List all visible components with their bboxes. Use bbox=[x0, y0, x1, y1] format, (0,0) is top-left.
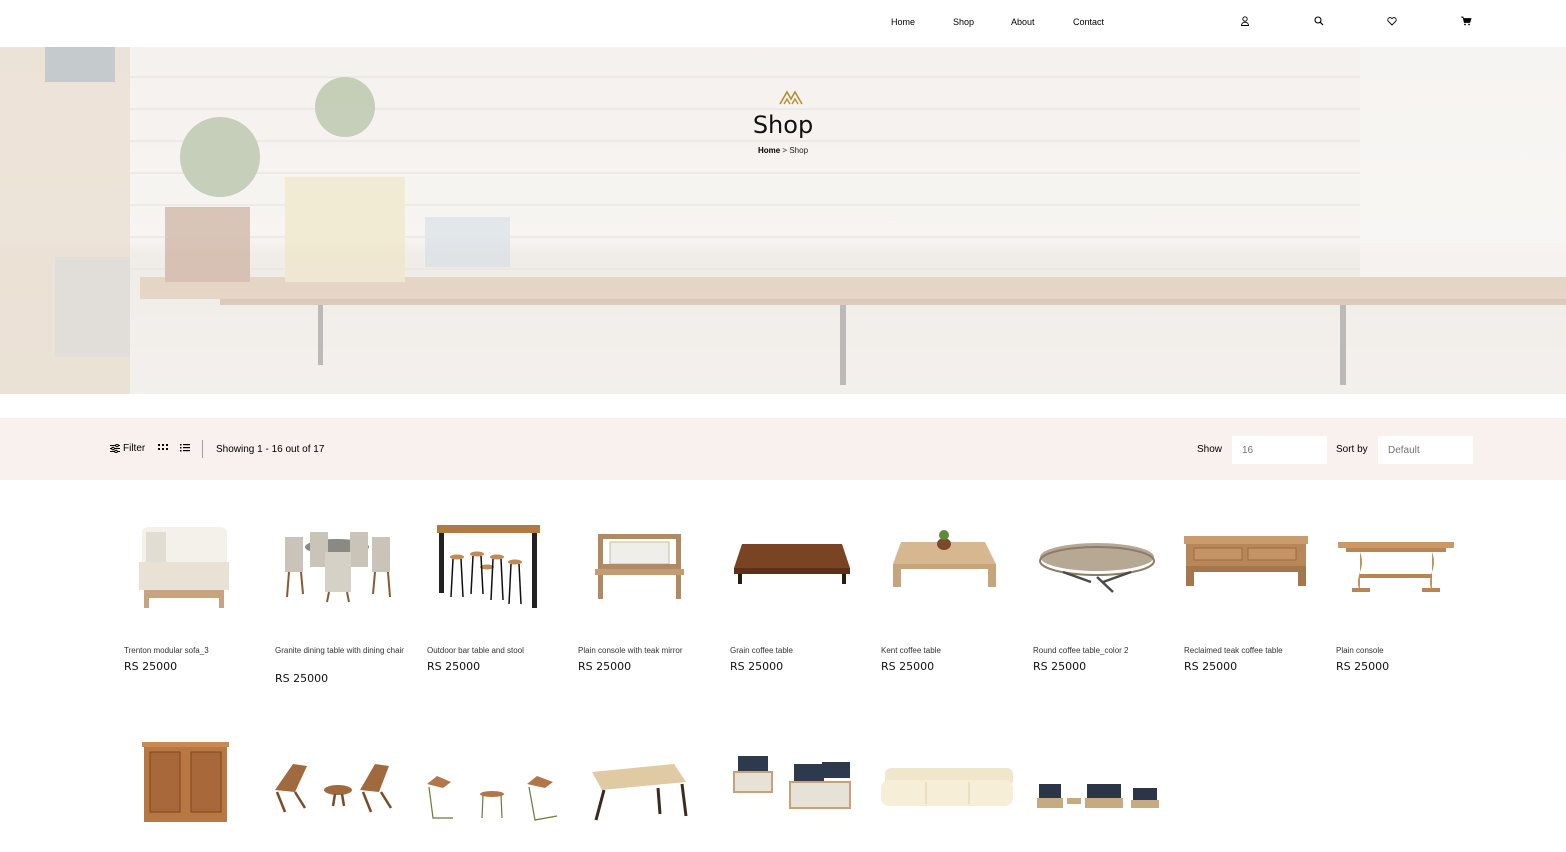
cart-icon[interactable] bbox=[1460, 15, 1472, 27]
breadcrumb-current: Shop bbox=[789, 146, 809, 155]
filter-button[interactable]: Filter bbox=[110, 443, 145, 454]
toolbar-divider bbox=[202, 440, 203, 458]
product-price: RS 25000 bbox=[881, 660, 935, 673]
product-image[interactable] bbox=[427, 742, 567, 852]
user-icon[interactable] bbox=[1239, 15, 1251, 27]
product-image[interactable] bbox=[1033, 742, 1173, 852]
product-price: RS 25000 bbox=[730, 660, 784, 673]
product-name[interactable]: Grain coffee table bbox=[730, 645, 865, 657]
list-view-icon[interactable] bbox=[180, 444, 190, 452]
search-icon[interactable] bbox=[1313, 15, 1325, 27]
sort-label: Sort by bbox=[1336, 444, 1368, 455]
product-name[interactable]: Plain console bbox=[1336, 645, 1471, 657]
product-name[interactable]: Granite dining table with dining chair bbox=[275, 645, 410, 657]
product-image[interactable] bbox=[730, 522, 870, 632]
nav-home[interactable]: Home bbox=[891, 17, 915, 27]
nav-shop[interactable]: Shop bbox=[953, 17, 974, 27]
product-name[interactable]: Kent coffee table bbox=[881, 645, 1016, 657]
product-image[interactable] bbox=[124, 522, 264, 632]
product-image[interactable] bbox=[881, 522, 1021, 632]
site-header: Home Shop About Contact bbox=[0, 0, 1566, 47]
product-price: RS 25000 bbox=[1033, 660, 1087, 673]
product-image[interactable] bbox=[275, 522, 415, 632]
heart-icon[interactable] bbox=[1386, 15, 1398, 27]
result-count: Showing 1 - 16 out of 17 bbox=[216, 444, 325, 455]
product-name[interactable]: Reclaimed teak coffee table bbox=[1184, 645, 1319, 657]
product-name[interactable]: Round coffee table_color 2 bbox=[1033, 645, 1168, 657]
nav-contact[interactable]: Contact bbox=[1073, 17, 1104, 27]
brand-logo-icon bbox=[779, 90, 803, 105]
product-image[interactable] bbox=[881, 742, 1021, 852]
product-price: RS 25000 bbox=[124, 660, 178, 673]
hero-banner: Shop Home > Shop bbox=[0, 47, 1566, 394]
product-price: RS 25000 bbox=[427, 660, 481, 673]
breadcrumb: Home > Shop bbox=[0, 146, 1566, 155]
filter-icon bbox=[110, 444, 120, 453]
product-image[interactable] bbox=[1184, 522, 1324, 632]
product-image[interactable] bbox=[1336, 522, 1476, 632]
product-image[interactable] bbox=[275, 742, 415, 852]
product-image[interactable] bbox=[1033, 522, 1173, 632]
product-price: RS 25000 bbox=[275, 672, 329, 685]
breadcrumb-home[interactable]: Home bbox=[758, 146, 780, 155]
product-name[interactable]: Outdoor bar table and stool bbox=[427, 645, 562, 657]
filter-label: Filter bbox=[123, 443, 146, 454]
product-image[interactable] bbox=[578, 522, 718, 632]
product-image[interactable] bbox=[427, 522, 567, 632]
show-count-input[interactable] bbox=[1232, 436, 1327, 464]
nav-about[interactable]: About bbox=[1011, 17, 1035, 27]
product-price: RS 25000 bbox=[578, 660, 632, 673]
product-image[interactable] bbox=[730, 742, 870, 852]
page-title: Shop bbox=[752, 111, 814, 139]
grid-view-icon[interactable] bbox=[158, 444, 168, 452]
shop-toolbar: Filter Showing 1 - 16 out of 17 Show Sor… bbox=[0, 418, 1566, 480]
product-price: RS 25000 bbox=[1336, 660, 1390, 673]
product-name[interactable]: Trenton modular sofa_3 bbox=[124, 645, 259, 657]
product-image[interactable] bbox=[124, 742, 264, 852]
sort-select[interactable] bbox=[1378, 436, 1473, 464]
show-label: Show bbox=[1197, 444, 1223, 455]
product-name[interactable]: Plain console with teak mirror bbox=[578, 645, 713, 657]
product-price: RS 25000 bbox=[1184, 660, 1238, 673]
product-image[interactable] bbox=[578, 742, 718, 852]
breadcrumb-separator: > bbox=[780, 146, 790, 155]
